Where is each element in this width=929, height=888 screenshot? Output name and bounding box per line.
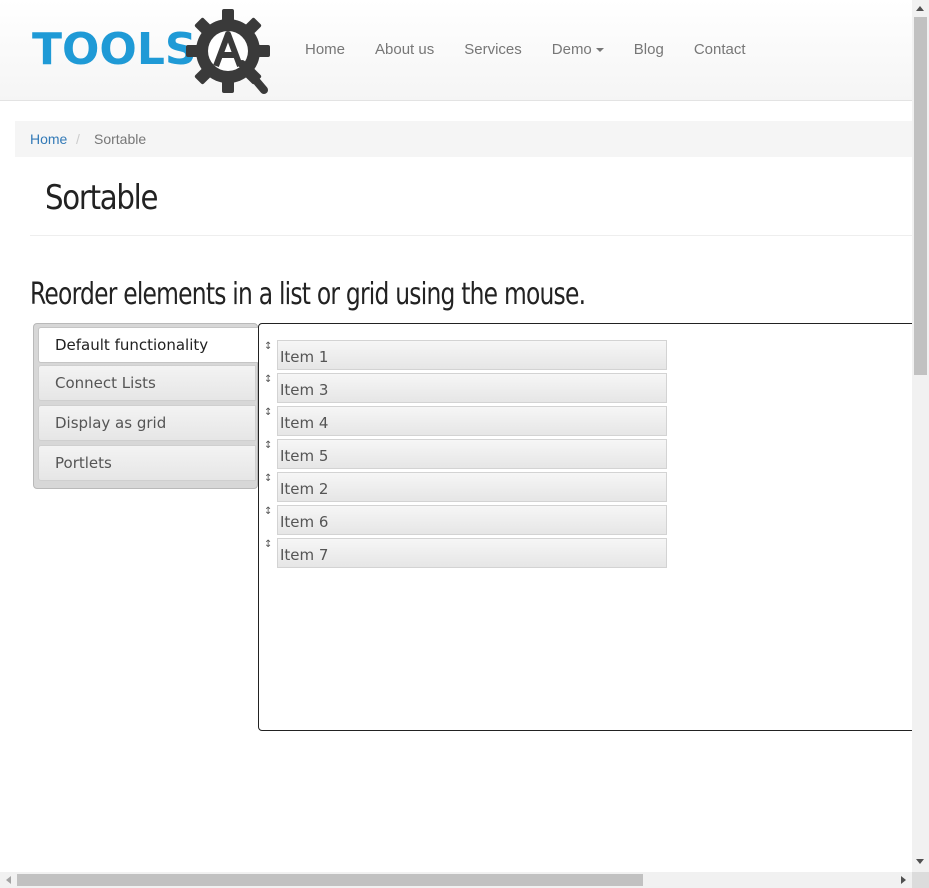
scrollbar-corner	[912, 872, 929, 888]
up-down-arrow-icon[interactable]: ↕	[264, 540, 272, 550]
horizontal-scrollbar[interactable]	[0, 872, 912, 888]
scroll-up-arrow-icon[interactable]	[916, 6, 924, 11]
nav-demo-dropdown[interactable]: Demo	[537, 40, 619, 60]
breadcrumb-separator: /	[76, 131, 80, 147]
nav-services[interactable]: Services	[449, 40, 537, 60]
sortable-item[interactable]: Item 1	[277, 340, 667, 370]
page-title: Sortable	[45, 178, 159, 218]
vertical-scroll-thumb[interactable]	[914, 17, 927, 375]
nav-contact[interactable]: Contact	[679, 40, 761, 60]
horizontal-scroll-thumb[interactable]	[17, 874, 643, 886]
scroll-down-arrow-icon[interactable]	[916, 859, 924, 864]
scroll-left-arrow-icon[interactable]	[6, 876, 11, 884]
tab-default-functionality[interactable]: Default functionality	[38, 327, 260, 363]
sortable-item[interactable]: Item 4	[277, 406, 667, 436]
sortable-item[interactable]: Item 6	[277, 505, 667, 535]
sortable-item[interactable]: Item 2	[277, 472, 667, 502]
breadcrumb: Home / Sortable	[15, 121, 912, 157]
page-subtitle: Reorder elements in a list or grid using…	[30, 277, 586, 312]
nav-about-us[interactable]: About us	[360, 40, 449, 60]
demo-tabs: Default functionality Connect Lists Disp…	[33, 323, 260, 489]
caret-down-icon	[595, 48, 604, 53]
main-nav: Home About us Services Demo Blog Contact	[290, 0, 761, 100]
breadcrumb-current: Sortable	[94, 131, 147, 147]
breadcrumb-home-link[interactable]: Home	[30, 121, 67, 157]
sortable-panel: ↕ Item 1 ↕ Item 3 ↕ Item 4 ↕ Item 5 ↕ It…	[258, 323, 918, 731]
tab-display-as-grid[interactable]: Display as grid	[38, 405, 256, 441]
sortable-item[interactable]: Item 7	[277, 538, 667, 568]
vertical-scrollbar[interactable]	[912, 0, 929, 872]
up-down-arrow-icon[interactable]: ↕	[264, 507, 272, 517]
site-header: TOOLS Home About us Services Demo Blog C…	[0, 0, 912, 101]
up-down-arrow-icon[interactable]: ↕	[264, 474, 272, 484]
tab-connect-lists[interactable]: Connect Lists	[38, 365, 256, 401]
site-logo[interactable]: TOOLS	[30, 6, 280, 96]
gear-wrench-icon	[186, 9, 270, 94]
up-down-arrow-icon[interactable]: ↕	[264, 342, 272, 352]
sortable-item[interactable]: Item 5	[277, 439, 667, 469]
tab-portlets[interactable]: Portlets	[38, 445, 256, 481]
nav-demo-label: Demo	[551, 41, 592, 58]
scroll-right-arrow-icon[interactable]	[901, 876, 906, 884]
up-down-arrow-icon[interactable]: ↕	[264, 441, 272, 451]
up-down-arrow-icon[interactable]: ↕	[264, 375, 272, 385]
nav-blog[interactable]: Blog	[619, 40, 679, 60]
logo-text: TOOLS	[32, 24, 197, 75]
sortable-item[interactable]: Item 3	[277, 373, 667, 403]
up-down-arrow-icon[interactable]: ↕	[264, 408, 272, 418]
nav-home[interactable]: Home	[290, 40, 360, 60]
title-divider	[30, 235, 912, 236]
